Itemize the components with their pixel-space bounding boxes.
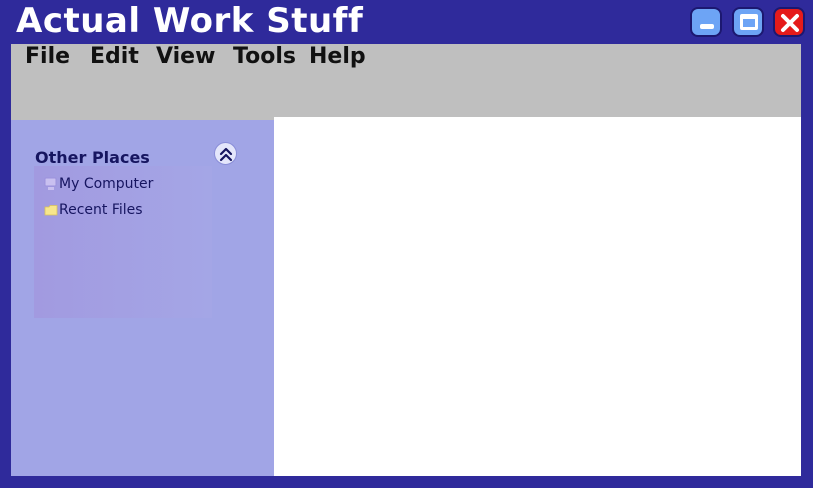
close-icon (781, 14, 799, 32)
menu-help[interactable]: Help (309, 44, 366, 69)
other-places-title: Other Places (35, 148, 150, 167)
title-bar[interactable]: Actual Work Stuff (0, 0, 813, 44)
chevron-up-icon (219, 147, 233, 162)
minimize-button[interactable] (690, 7, 722, 37)
folder-icon (44, 205, 58, 216)
sidebar: Other Places My Computer Recent Files (11, 120, 274, 476)
place-label: My Computer (59, 176, 154, 192)
maximize-icon (740, 14, 758, 30)
menu-file[interactable]: File (25, 44, 70, 69)
close-button[interactable] (773, 7, 805, 37)
collapse-button[interactable] (214, 142, 237, 165)
place-label: Recent Files (59, 202, 143, 218)
main-content-area[interactable] (274, 117, 801, 476)
menu-view[interactable]: View (156, 44, 215, 69)
menu-tools[interactable]: Tools (233, 44, 296, 69)
menu-bar: File Edit View Tools Help (11, 44, 801, 120)
maximize-button[interactable] (732, 7, 764, 37)
other-places-panel: My Computer Recent Files (34, 166, 212, 318)
window-title: Actual Work Stuff (16, 1, 364, 41)
minimize-icon (700, 24, 714, 29)
computer-icon (44, 177, 57, 190)
place-my-computer[interactable]: My Computer (44, 176, 153, 192)
menu-edit[interactable]: Edit (90, 44, 139, 69)
place-recent-files[interactable]: Recent Files (44, 202, 143, 218)
